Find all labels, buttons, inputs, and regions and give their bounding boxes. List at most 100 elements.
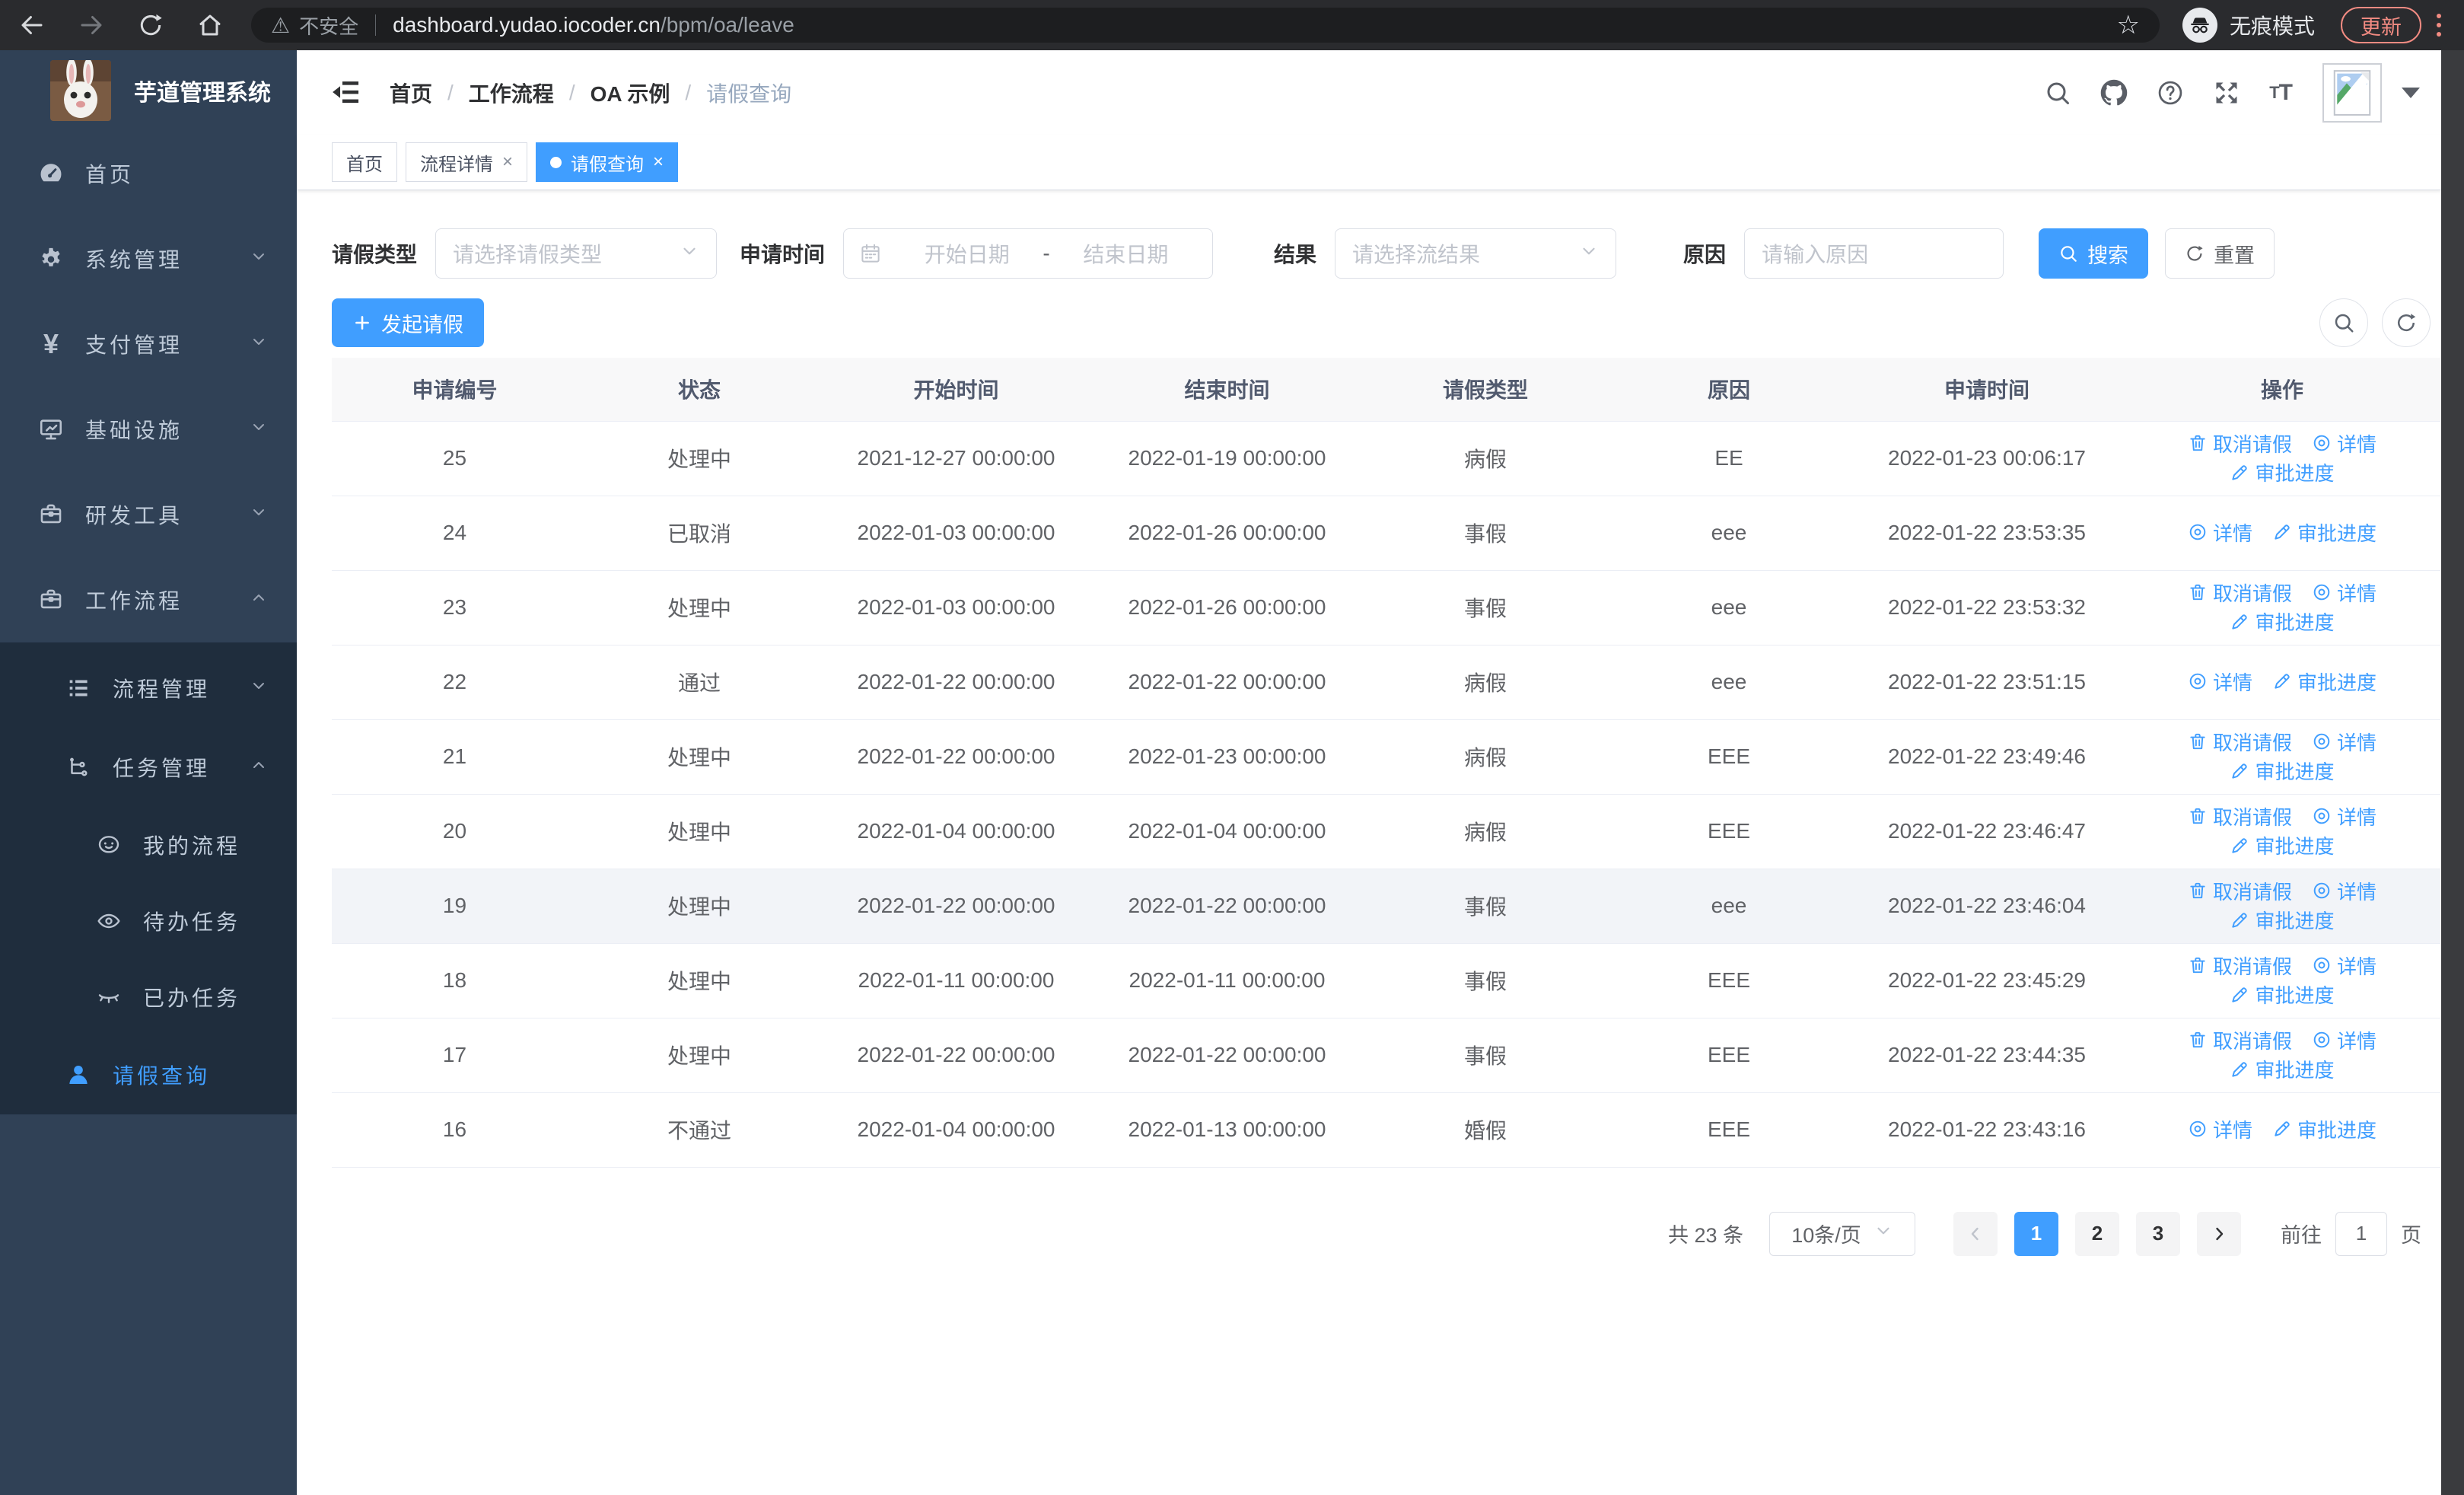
breadcrumb-item[interactable]: 首页 — [390, 78, 432, 108]
sidebar-item-system[interactable]: 系统管理 — [0, 216, 297, 301]
reset-button[interactable]: 重置 — [2165, 228, 2275, 279]
show-search-button[interactable] — [2319, 298, 2368, 347]
cell-actions: 取消请假 详情 审批进度 — [2124, 570, 2440, 645]
tab-home[interactable]: 首页 — [332, 142, 397, 182]
progress-link[interactable]: 审批进度 — [2272, 668, 2376, 696]
apply-time-range-picker[interactable]: 开始日期 - 结束日期 — [843, 228, 1214, 279]
page-button-1[interactable]: 1 — [2014, 1211, 2058, 1256]
fullscreen-icon[interactable] — [2213, 79, 2240, 107]
screen: ⚠ 不安全 dashboard.yudao.iocoder.cn/bpm/oa/… — [0, 0, 2464, 1495]
search-button[interactable]: 搜索 — [2039, 228, 2149, 279]
cancel-leave-link[interactable]: 取消请假 — [2188, 877, 2292, 905]
cell-actions: 详情 审批进度 — [2124, 1092, 2440, 1168]
progress-link[interactable]: 审批进度 — [2230, 831, 2335, 859]
refresh-table-button[interactable] — [2382, 298, 2431, 347]
sidebar-item-todo-tasks[interactable]: 待办任务 — [0, 883, 297, 959]
breadcrumb-item[interactable]: OA 示例 — [591, 78, 670, 108]
font-size-icon[interactable]: TT — [2269, 80, 2293, 106]
progress-link[interactable]: 审批进度 — [2230, 1055, 2335, 1083]
page-button-2[interactable]: 2 — [2075, 1211, 2119, 1256]
reason-input[interactable]: 请输入原因 — [1744, 228, 2004, 279]
view-icon — [2312, 955, 2332, 975]
cell-start: 2021-12-27 00:00:00 — [821, 421, 1091, 496]
progress-link[interactable]: 审批进度 — [2272, 518, 2376, 547]
search-icon[interactable] — [2044, 79, 2071, 107]
prev-page-button[interactable] — [1953, 1211, 1998, 1256]
browser-forward-icon[interactable] — [70, 4, 113, 46]
progress-link[interactable]: 审批进度 — [2272, 1115, 2376, 1143]
help-icon[interactable] — [2157, 79, 2184, 107]
cancel-leave-link[interactable]: 取消请假 — [2188, 952, 2292, 980]
detail-link[interactable]: 详情 — [2188, 668, 2252, 696]
sidebar-item-my-process[interactable]: 我的流程 — [0, 807, 297, 883]
create-leave-button[interactable]: 发起请假 — [332, 298, 484, 347]
breadcrumb-item[interactable]: 工作流程 — [469, 78, 554, 108]
sidebar-item-leave-query[interactable]: 请假查询 — [0, 1035, 297, 1114]
tab-process-detail[interactable]: 流程详情 × — [406, 142, 528, 182]
detail-link[interactable]: 详情 — [2312, 579, 2376, 607]
total-count-label: 共 23 条 — [1667, 1224, 1743, 1247]
detail-link[interactable]: 详情 — [2312, 429, 2376, 457]
detail-link[interactable]: 详情 — [2312, 728, 2376, 756]
detail-link[interactable]: 详情 — [2312, 802, 2376, 830]
table-toolbar: 发起请假 — [332, 298, 2441, 347]
cell-start: 2022-01-22 00:00:00 — [821, 645, 1091, 720]
app-title: 芋道管理系统 — [134, 81, 271, 106]
sidebar-item-label: 任务管理 — [113, 757, 211, 780]
next-page-button[interactable] — [2197, 1211, 2241, 1256]
page-button-3[interactable]: 3 — [2136, 1211, 2180, 1256]
progress-link[interactable]: 审批进度 — [2230, 980, 2335, 1009]
cell-id: 25 — [332, 421, 578, 496]
github-icon[interactable] — [2100, 79, 2128, 107]
cancel-leave-link[interactable]: 取消请假 — [2188, 728, 2292, 756]
cancel-leave-link[interactable]: 取消请假 — [2188, 1026, 2292, 1054]
cell-status: 处理中 — [578, 869, 821, 944]
chevron-up-icon — [250, 588, 268, 612]
leave-type-select[interactable]: 请选择请假类型 — [435, 228, 718, 279]
action-label: 取消请假 — [2212, 880, 2292, 904]
sidebar-logo[interactable]: 芋道管理系统 — [0, 50, 297, 131]
eye-open-icon — [94, 909, 123, 933]
progress-link[interactable]: 审批进度 — [2230, 458, 2335, 486]
url-bar[interactable]: ⚠ 不安全 dashboard.yudao.iocoder.cn/bpm/oa/… — [251, 8, 2160, 43]
detail-link[interactable]: 详情 — [2312, 1026, 2376, 1054]
sidebar-item-workflow[interactable]: 工作流程 — [0, 557, 297, 642]
browser-home-icon[interactable] — [189, 4, 231, 46]
detail-link[interactable]: 详情 — [2312, 877, 2376, 905]
progress-link[interactable]: 审批进度 — [2230, 607, 2335, 636]
avatar-caret-icon[interactable] — [2402, 88, 2420, 98]
sidebar-item-label: 工作流程 — [85, 589, 183, 613]
detail-link[interactable]: 详情 — [2188, 518, 2252, 547]
cancel-leave-link[interactable]: 取消请假 — [2188, 579, 2292, 607]
sidebar-item-devtools[interactable]: 研发工具 — [0, 472, 297, 557]
progress-link[interactable]: 审批进度 — [2230, 757, 2335, 785]
avatar[interactable] — [2322, 63, 2382, 123]
action-label: 审批进度 — [2255, 760, 2335, 783]
detail-link[interactable]: 详情 — [2188, 1115, 2252, 1143]
sidebar-item-infra[interactable]: 基础设施 — [0, 387, 297, 472]
goto-page-input[interactable] — [2335, 1211, 2387, 1256]
cell-status: 处理中 — [578, 794, 821, 869]
close-icon[interactable]: × — [502, 151, 513, 173]
sidebar-item-payment[interactable]: ¥ 支付管理 — [0, 301, 297, 387]
sidebar-item-task-management[interactable]: 任务管理 — [0, 728, 297, 807]
sidebar-collapse-icon[interactable] — [329, 75, 364, 110]
detail-link[interactable]: 详情 — [2312, 952, 2376, 980]
browser-update-button[interactable]: 更新 — [2341, 7, 2421, 43]
cancel-leave-link[interactable]: 取消请假 — [2188, 802, 2292, 830]
bookmark-star-icon[interactable]: ☆ — [2117, 10, 2140, 40]
sidebar-item-done-tasks[interactable]: 已办任务 — [0, 959, 297, 1035]
cell-reason: eee — [1608, 869, 1850, 944]
sidebar-item-process-management[interactable]: 流程管理 — [0, 649, 297, 728]
sidebar-item-home[interactable]: 首页 — [0, 131, 297, 216]
tab-leave-query[interactable]: 请假查询 × — [536, 142, 679, 182]
progress-link[interactable]: 审批进度 — [2230, 906, 2335, 934]
page-size-select[interactable]: 10条/页 — [1769, 1211, 1915, 1256]
cancel-leave-link[interactable]: 取消请假 — [2188, 429, 2292, 457]
action-label: 详情 — [2337, 805, 2377, 829]
close-icon[interactable]: × — [653, 151, 664, 173]
browser-menu-icon[interactable] — [2437, 14, 2441, 37]
browser-reload-icon[interactable] — [129, 4, 172, 46]
browser-back-icon[interactable] — [11, 4, 53, 46]
result-select[interactable]: 请选择流结果 — [1335, 228, 1617, 279]
